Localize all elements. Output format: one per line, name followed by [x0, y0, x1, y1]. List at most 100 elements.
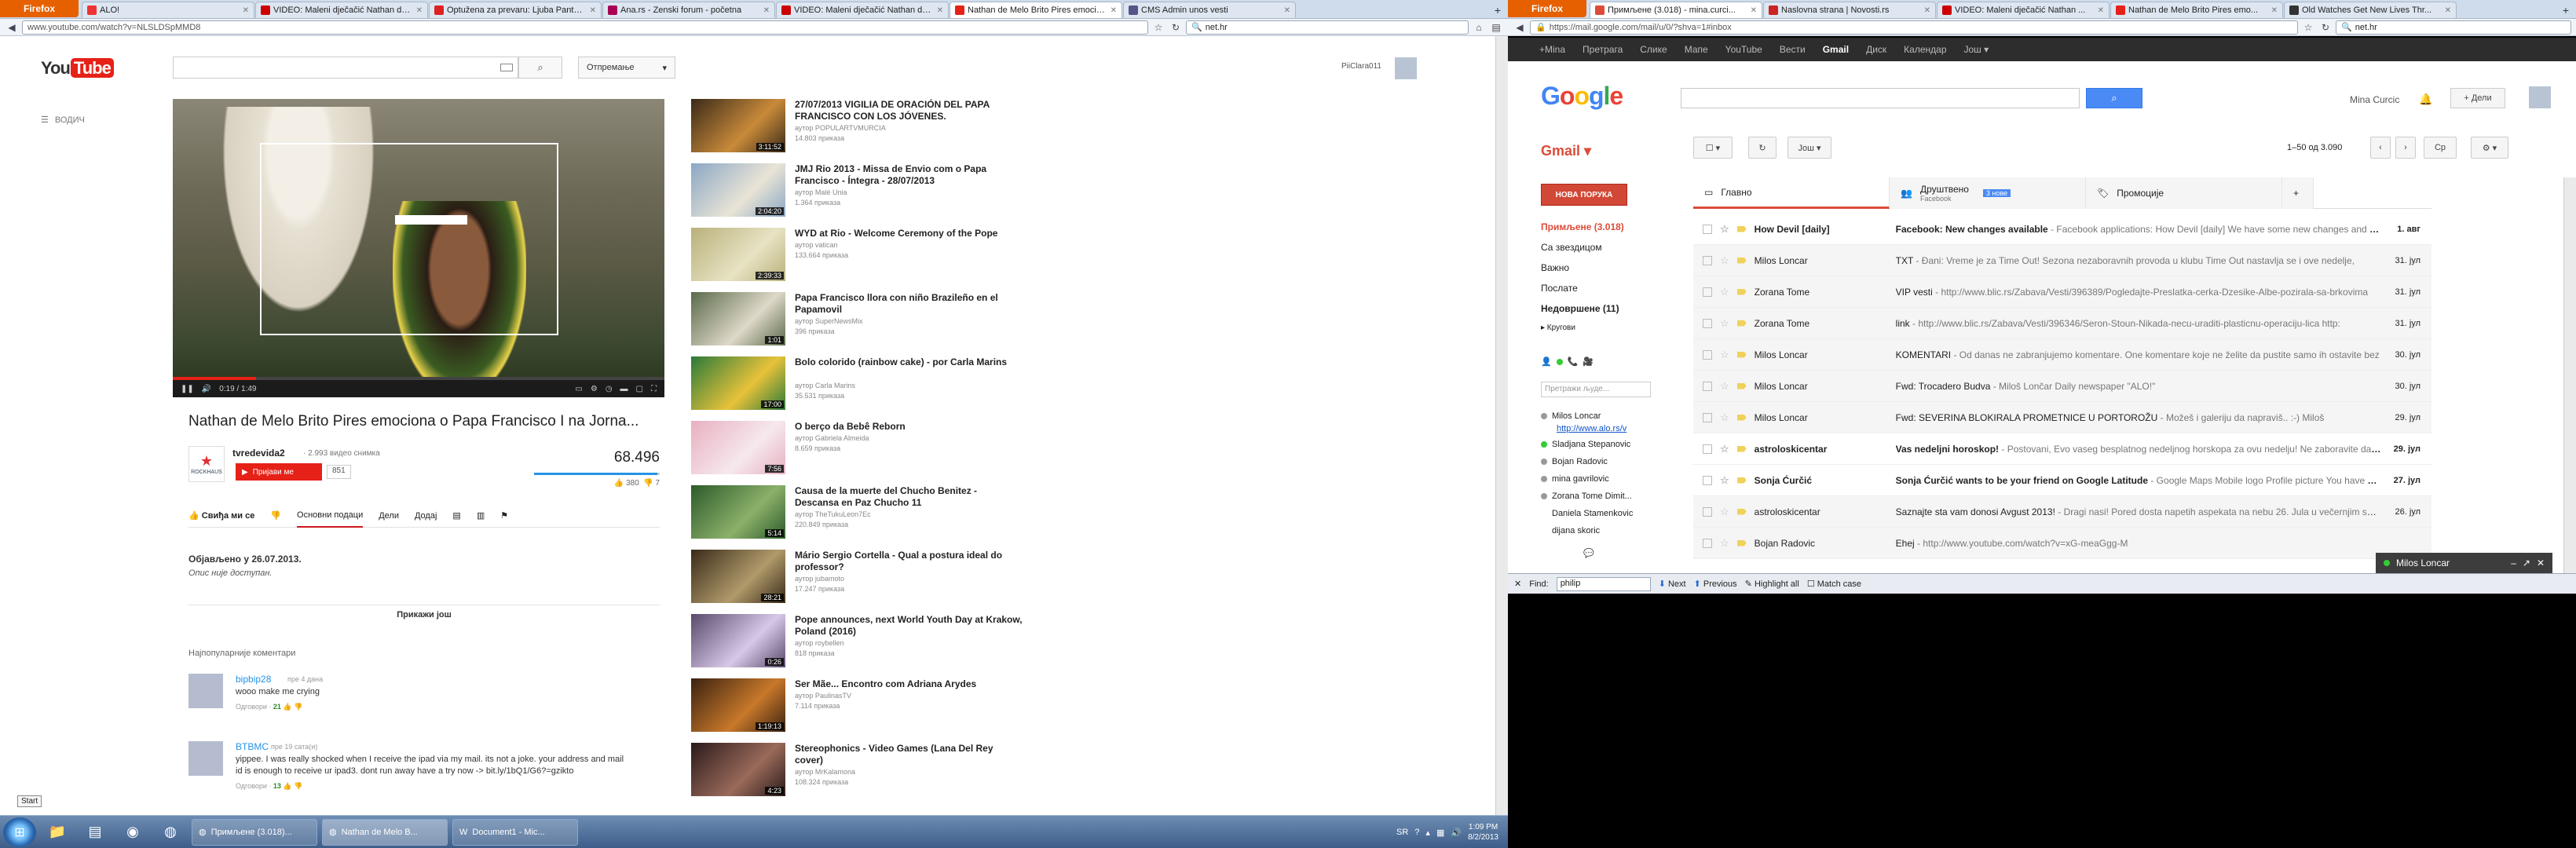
importance-marker-icon[interactable] [1736, 508, 1747, 515]
share-button[interactable]: + Дели [2450, 88, 2505, 108]
mail-checkbox[interactable] [1703, 318, 1712, 328]
highlight-all-button[interactable]: ✎ Highlight all [1745, 579, 1799, 589]
avatar[interactable] [2529, 86, 2551, 108]
importance-marker-icon[interactable] [1736, 320, 1747, 327]
gmail-scrollbar[interactable] [2563, 177, 2576, 573]
star-icon[interactable]: ☆ [1720, 380, 1729, 393]
mail-checkbox[interactable] [1703, 255, 1712, 265]
clock[interactable]: 1:09 PM 8/2/2013 [1468, 822, 1498, 843]
sidebar-item[interactable]: Са звездицом [1541, 242, 1602, 253]
close-tab-icon[interactable]: ✕ [937, 6, 943, 15]
gmail-search-input[interactable] [1681, 88, 2080, 108]
related-video-title[interactable]: Ser Mãe... Encontro com Adriana Arydes [795, 678, 1023, 690]
related-video-title[interactable]: Stereophonics - Video Games (Lana Del Re… [795, 743, 1023, 766]
new-tab-button[interactable]: + [2556, 2, 2576, 18]
browser-tab[interactable]: Optužena za prevaru: Ljuba Pantovi... ✕ [429, 2, 602, 18]
mail-row[interactable]: ☆ Zorana Tome link - http://www.blic.rs/Za… [1693, 308, 2431, 339]
gbar-item[interactable]: Слике [1640, 44, 1667, 55]
tray-arrow-icon[interactable]: ▴ [1425, 828, 1430, 838]
avatar[interactable] [1395, 57, 1417, 79]
explorer-pinned-icon[interactable]: 📁 [41, 818, 74, 846]
video-thumbnail[interactable]: 1:01 [691, 292, 785, 345]
star-icon[interactable]: ☆ [1720, 317, 1729, 330]
mail-row[interactable]: ☆ Milos Loncar Fwd: SEVERINA BLOKIRALA PRO… [1693, 402, 2431, 433]
inbox-tab-2[interactable]: 🏷 Промоције [2086, 177, 2282, 209]
google-logo[interactable]: Google [1541, 82, 1623, 111]
star-icon[interactable]: ☆ [1720, 286, 1729, 298]
related-video-title[interactable]: Pope announces, next World Youth Day at … [795, 614, 1023, 638]
start-orb-icon[interactable]: ⊞ [3, 817, 36, 847]
youtube-search-button[interactable]: ⌕ [518, 57, 562, 79]
close-tab-icon[interactable]: ✕ [416, 6, 423, 15]
chat-contact[interactable]: Bojan Radovic [1541, 457, 1608, 466]
video-thumbnail[interactable]: 4:23 [691, 743, 785, 796]
find-next-button[interactable]: ⬇ Next [1659, 579, 1686, 589]
youtube-search-input[interactable] [173, 57, 518, 79]
transcript-icon[interactable]: ▤ [452, 510, 460, 521]
popout-icon[interactable]: ▢ [636, 385, 643, 393]
bookmark-star-icon[interactable]: ☆ [2301, 20, 2315, 35]
new-tab-button[interactable]: + [1487, 2, 1508, 18]
close-find-icon[interactable]: ✕ [1514, 579, 1521, 589]
add-tab-button[interactable]: + [2282, 177, 2314, 209]
sidebar-item[interactable]: Важно [1541, 262, 1569, 273]
gbar-item[interactable]: Календар [1904, 44, 1946, 55]
firefox-menu-button[interactable]: Firefox [0, 0, 79, 17]
taskbar-app[interactable]: ◍ Nathan de Melo B... [322, 818, 448, 846]
gbar-item[interactable]: +Mina [1539, 44, 1565, 55]
media-player-pinned-icon[interactable]: ◉ [116, 818, 149, 846]
inbox-tab-1[interactable]: 👥 Друштвено Facebook 3 нове [1890, 177, 2086, 209]
flag-icon[interactable]: ⚑ [500, 510, 508, 521]
close-tab-icon[interactable]: ✕ [2271, 6, 2278, 15]
video-thumbnail[interactable]: 2:39:33 [691, 228, 785, 281]
right-url-bar[interactable]: 🔒 https://mail.google.com/mail/u/0/?shva=… [1530, 20, 2298, 35]
find-input[interactable]: philip [1556, 576, 1651, 591]
bookmark-star-icon[interactable]: ☆ [1151, 20, 1165, 35]
related-video-item[interactable]: 4:23 Stereophonics - Video Games (Lana De… [691, 743, 1021, 807]
video-thumbnail[interactable]: 1:19:13 [691, 678, 785, 732]
reply-link[interactable]: Одговори · [236, 703, 271, 711]
importance-marker-icon[interactable] [1736, 257, 1747, 264]
youtube-logo[interactable]: You Tube [41, 58, 114, 79]
related-video-title[interactable]: JMJ Rio 2013 - Missa de Envio com o Papa… [795, 163, 1023, 187]
importance-marker-icon[interactable] [1736, 351, 1747, 358]
close-tab-icon[interactable]: ✕ [1751, 6, 1757, 15]
star-icon[interactable]: ☆ [1720, 349, 1729, 361]
mail-row[interactable]: ☆ Milos Loncar TXT - Đani: Vreme je za Tim… [1693, 245, 2431, 276]
related-video-title[interactable]: Mário Sergio Cortella - Qual a postura i… [795, 550, 1023, 573]
home-icon[interactable]: ⌂ [1472, 20, 1486, 35]
close-tab-icon[interactable]: ✕ [1284, 6, 1290, 15]
like-button[interactable]: 👍 Свиђа ми се [188, 510, 254, 521]
gmail-search-button[interactable]: ⌕ [2086, 88, 2142, 108]
sidebar-item[interactable]: Послате [1541, 283, 1578, 294]
mail-checkbox[interactable] [1703, 444, 1712, 454]
back-icon[interactable]: ◀ [1513, 20, 1527, 35]
star-icon[interactable]: ☆ [1720, 506, 1729, 518]
mail-checkbox[interactable] [1703, 412, 1712, 422]
keyboard-icon[interactable] [500, 64, 513, 71]
fullscreen-icon[interactable]: ⛶ [651, 385, 657, 393]
settings-gear-icon[interactable]: ⚙ [591, 385, 598, 393]
related-video-title[interactable]: Causa de la muerte del Chucho Benitez - … [795, 485, 1023, 509]
popout-icon[interactable]: ↗ [2523, 557, 2530, 568]
gbar-item[interactable]: YouTube [1725, 44, 1762, 55]
related-video-title[interactable]: 27/07/2013 VIGILIA DE ORACIÓN DEL PAPA F… [795, 99, 1023, 122]
chat-contact[interactable]: mina gavrilovic [1541, 474, 1609, 484]
mail-checkbox[interactable] [1703, 224, 1712, 234]
chat-window-header[interactable]: Milos Loncar – ↗ ✕ [2376, 553, 2552, 573]
video-icon[interactable]: 🎥 [1583, 356, 1594, 367]
star-icon[interactable]: ☆ [1720, 411, 1729, 424]
mail-row[interactable]: ☆ Sonja Ćurčić Sonja Ćurčić wants to be yo… [1693, 465, 2431, 496]
theater-mode-icon[interactable]: ▬ [620, 385, 628, 393]
importance-marker-icon[interactable] [1736, 382, 1747, 389]
chat-contact[interactable]: Daniela Stamenkovic [1541, 509, 1633, 518]
settings-button[interactable]: ⚙ ▾ [2471, 137, 2508, 159]
mail-row[interactable]: ☆ astroloskicentar Vas nedeljni horoskop! … [1693, 433, 2431, 465]
video-thumbnail[interactable]: 5:14 [691, 485, 785, 539]
left-scrollbar[interactable] [1495, 36, 1508, 815]
channel-logo[interactable]: ★ ROCKHAUS [188, 446, 225, 482]
left-search-bar[interactable]: 🔍 net.hr [1186, 20, 1469, 35]
chat-contact[interactable]: Milos Loncar [1541, 411, 1601, 421]
related-video-title[interactable]: Bolo colorido (rainbow cake) - por Carla… [795, 356, 1023, 368]
firefox-menu-button[interactable]: Firefox [1508, 0, 1586, 17]
